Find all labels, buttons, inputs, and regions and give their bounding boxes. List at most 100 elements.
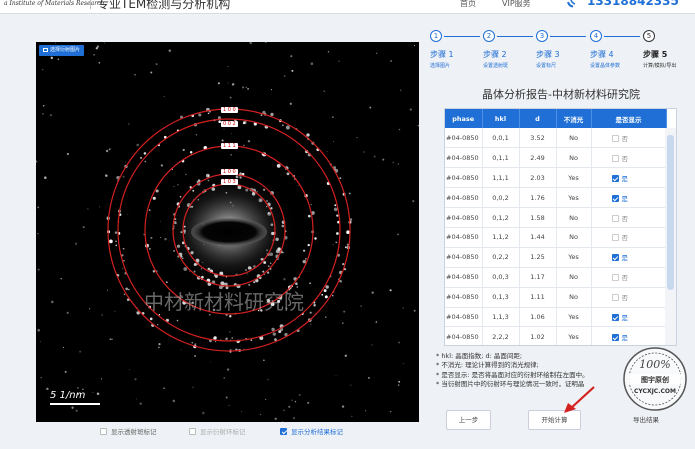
speckle (158, 346, 160, 349)
show-cell[interactable]: 否 (591, 128, 667, 149)
speckle (115, 244, 117, 247)
speckle (274, 417, 277, 420)
show-cell[interactable]: 是 (591, 167, 667, 189)
show-result-mark-checkbox[interactable]: 显示分析结果标记 (280, 426, 343, 436)
d-cell: 3.52 (519, 128, 557, 149)
watermark-text: 中材新材料研究院 (144, 290, 304, 314)
speckle (276, 164, 281, 168)
speckle (92, 391, 94, 393)
show-checkbox-checked[interactable] (611, 174, 619, 182)
speckle (333, 207, 338, 212)
speckle (194, 343, 197, 345)
show-checkbox[interactable] (611, 294, 619, 302)
show-checkbox-checked[interactable] (611, 313, 619, 321)
speckle (223, 128, 225, 130)
speckle (210, 361, 212, 363)
show-checkbox[interactable] (611, 134, 619, 142)
show-checkbox-checked[interactable] (611, 194, 619, 202)
speckle (350, 384, 352, 386)
stamp-brand: 图宇原创 (641, 375, 669, 384)
speckle (62, 346, 65, 348)
speckle (263, 359, 265, 361)
table-body: #04-0850 0,0,1 3.52 No 否 #04-0850 0,1,1 2.49 No 否… (445, 128, 667, 345)
speckle (180, 349, 182, 351)
show-cell[interactable]: 否 (591, 227, 667, 248)
speckle (195, 134, 198, 136)
checkbox-box (100, 428, 107, 435)
speckle (240, 411, 242, 413)
speckle (163, 96, 165, 98)
d-cell: 1.58 (519, 207, 557, 228)
show-cell[interactable]: 否 (591, 287, 667, 308)
speckle (297, 184, 299, 186)
speckle (291, 399, 293, 401)
speckle (348, 192, 351, 195)
show-cell[interactable]: 是 (591, 247, 667, 268)
speckle (283, 278, 286, 281)
show-cell[interactable]: 否 (591, 267, 667, 288)
arrow-pointer-icon (564, 386, 595, 413)
speckle (270, 89, 273, 91)
speckle (290, 55, 293, 58)
checkbox-box-checked (280, 428, 287, 435)
nav-home-link[interactable]: 首页 (460, 0, 476, 9)
speckle (87, 208, 89, 210)
speckle (109, 239, 113, 244)
show-cell[interactable]: 否 (591, 207, 667, 228)
speckle (243, 144, 245, 147)
show-checkbox-checked[interactable] (611, 254, 619, 262)
show-label: 是 (621, 313, 629, 322)
show-cell[interactable]: 是 (591, 187, 667, 209)
speckle (260, 114, 263, 116)
show-checkbox-checked[interactable] (611, 333, 619, 341)
speckle (413, 44, 416, 47)
phone-number: 13318842335 (587, 0, 679, 8)
show-checkbox[interactable] (611, 274, 619, 282)
prev-step-button[interactable]: 上一步 (446, 410, 491, 430)
show-ring-mark-checkbox[interactable]: 显示衍射环标记 (189, 426, 246, 436)
nav-vip-link[interactable]: VIP服务 (502, 0, 531, 9)
show-checkbox[interactable] (611, 214, 619, 222)
speckle (225, 337, 228, 340)
speckle (299, 394, 301, 396)
speckle (392, 161, 395, 164)
d-cell: 1.44 (519, 227, 557, 248)
select-image-button[interactable]: 选择衍射图片 (39, 45, 85, 56)
show-checkbox[interactable] (611, 154, 619, 162)
step-progress: 1 步骤 1 选择图片 2 步骤 2 设置透射斑 3 步骤 3 设置标尺 4 步… (428, 30, 688, 78)
show-cell[interactable]: 是 (591, 307, 667, 328)
beam-stopper (191, 218, 267, 246)
export-result-button[interactable]: 导出结果 (626, 410, 666, 430)
speckle (323, 90, 325, 92)
speckle (49, 114, 53, 117)
show-label: 否 (621, 134, 629, 143)
checkbox-box (189, 428, 196, 435)
show-label: 是 (621, 254, 629, 263)
show-cell[interactable]: 否 (591, 147, 667, 169)
diffraction-image[interactable]: 选择衍射图片 1 0 0 0 0 2 1 1 1 1 0 0 1 0 3 中材新… (36, 42, 419, 422)
show-label: 是 (621, 194, 629, 203)
speckle (375, 321, 378, 323)
ring-label-1: 1 0 0 (221, 107, 238, 113)
show-checkbox[interactable] (611, 234, 619, 242)
show-transmission-mark-checkbox[interactable]: 显示透射斑标记 (100, 426, 157, 436)
extinction-cell: No (556, 207, 592, 228)
hkl-cell: 0,1,1 (482, 147, 520, 169)
speckle (123, 293, 126, 296)
step-3-circle: 3 (536, 30, 548, 42)
speckle (245, 86, 247, 88)
speckle (124, 161, 127, 163)
extinction-cell: No (556, 227, 592, 248)
col-extinction: 不消光 (556, 109, 592, 128)
hkl-cell: 0,0,1 (482, 128, 520, 149)
show-cell[interactable]: 是 (591, 326, 667, 345)
speckle (114, 231, 118, 234)
step-4-title: 步骤 4 (590, 50, 614, 59)
speckle (249, 42, 252, 45)
speckle (247, 140, 251, 143)
table-scroll-thumb[interactable] (667, 135, 674, 290)
speckle (397, 163, 399, 165)
speckle (160, 164, 164, 167)
speckle (335, 241, 338, 244)
speckle (229, 331, 231, 333)
